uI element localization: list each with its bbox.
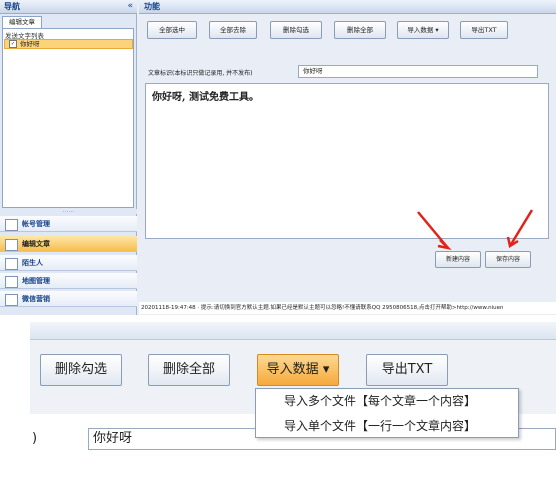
deselect-all-button[interactable]: 全部去除 xyxy=(209,21,257,39)
menu-map-manage[interactable]: 地图管理 xyxy=(0,273,137,289)
wechat-icon xyxy=(5,294,18,306)
splitter-handle[interactable]: ...... xyxy=(0,208,137,214)
menu-account-manage[interactable]: 帐号管理 xyxy=(0,216,137,232)
zoom-field-prefix: ) xyxy=(32,431,38,446)
tab-edit-article[interactable]: 编辑文章 xyxy=(2,16,42,28)
chevron-down-icon: ▾ xyxy=(322,362,330,377)
map-icon xyxy=(5,276,18,288)
zoom-detail: 删除勾选 删除全部 导入数据 ▾ 导出TXT 你好呀 ) 导入多个文件【每个文章… xyxy=(30,322,556,485)
menu-label: 地图管理 xyxy=(22,277,50,285)
zoom-delete-all-button[interactable]: 删除全部 xyxy=(148,354,230,386)
send-list-panel: 发送文字列表 ✓ 你好呀 xyxy=(2,28,134,208)
menu-wechat-marketing[interactable]: 微信营销 xyxy=(0,291,137,307)
mark-label: 文章标识(本标识只做记录用, 并不发布) xyxy=(148,70,253,77)
menu-stranger[interactable]: 陌生人 xyxy=(0,255,137,271)
checkbox-icon[interactable]: ✓ xyxy=(9,40,17,48)
article-icon xyxy=(5,239,18,251)
account-icon xyxy=(5,219,18,231)
func-title: 功能 xyxy=(139,0,556,14)
import-dropdown-menu: 导入多个文件【每个文章一个内容】 导入单个文件【一行一个文章内容】 xyxy=(255,388,519,438)
zoom-import-data-button[interactable]: 导入数据 ▾ xyxy=(257,354,339,386)
select-all-button[interactable]: 全部选中 xyxy=(147,21,197,39)
menu-label: 陌生人 xyxy=(22,259,43,267)
delete-all-button[interactable]: 删除全部 xyxy=(334,21,386,39)
menu-item-import-single[interactable]: 导入单个文件【一行一个文章内容】 xyxy=(256,414,518,438)
annotation-arrows xyxy=(417,209,534,251)
zoom-header xyxy=(30,322,556,340)
navigation-panel: 导航 « 编辑文章 发送文字列表 ✓ 你好呀 ...... 帐号管理 编辑文章 陌… xyxy=(0,0,137,315)
nav-title: 导航 xyxy=(0,0,137,14)
menu-item-import-multiple[interactable]: 导入多个文件【每个文章一个内容】 xyxy=(256,389,518,413)
list-item-label: 你好呀 xyxy=(20,40,40,48)
menu-edit-article[interactable]: 编辑文章 xyxy=(0,236,137,252)
menu-label: 微信营销 xyxy=(22,295,50,303)
user-icon xyxy=(5,258,18,270)
mark-input[interactable]: 你好呀 xyxy=(298,65,538,78)
zoom-export-txt-button[interactable]: 导出TXT xyxy=(366,354,448,386)
zoom-delete-checked-button[interactable]: 删除勾选 xyxy=(40,354,122,386)
delete-checked-button[interactable]: 删除勾选 xyxy=(270,21,322,39)
menu-label: 编辑文章 xyxy=(22,240,50,248)
list-item[interactable]: ✓ 你好呀 xyxy=(4,39,133,49)
app-window: 导航 « 编辑文章 发送文字列表 ✓ 你好呀 ...... 帐号管理 编辑文章 陌… xyxy=(0,0,556,315)
export-txt-button[interactable]: 导出TXT xyxy=(460,21,508,39)
arrow-save xyxy=(508,209,534,247)
collapse-icon[interactable]: « xyxy=(127,0,133,13)
status-bar: 20201118-19:47:48 · 提示:请切换到官方默认主题.如果已经是默… xyxy=(139,302,556,314)
import-data-button[interactable]: 导入数据 ▾ xyxy=(397,21,449,39)
menu-label: 帐号管理 xyxy=(22,220,50,228)
